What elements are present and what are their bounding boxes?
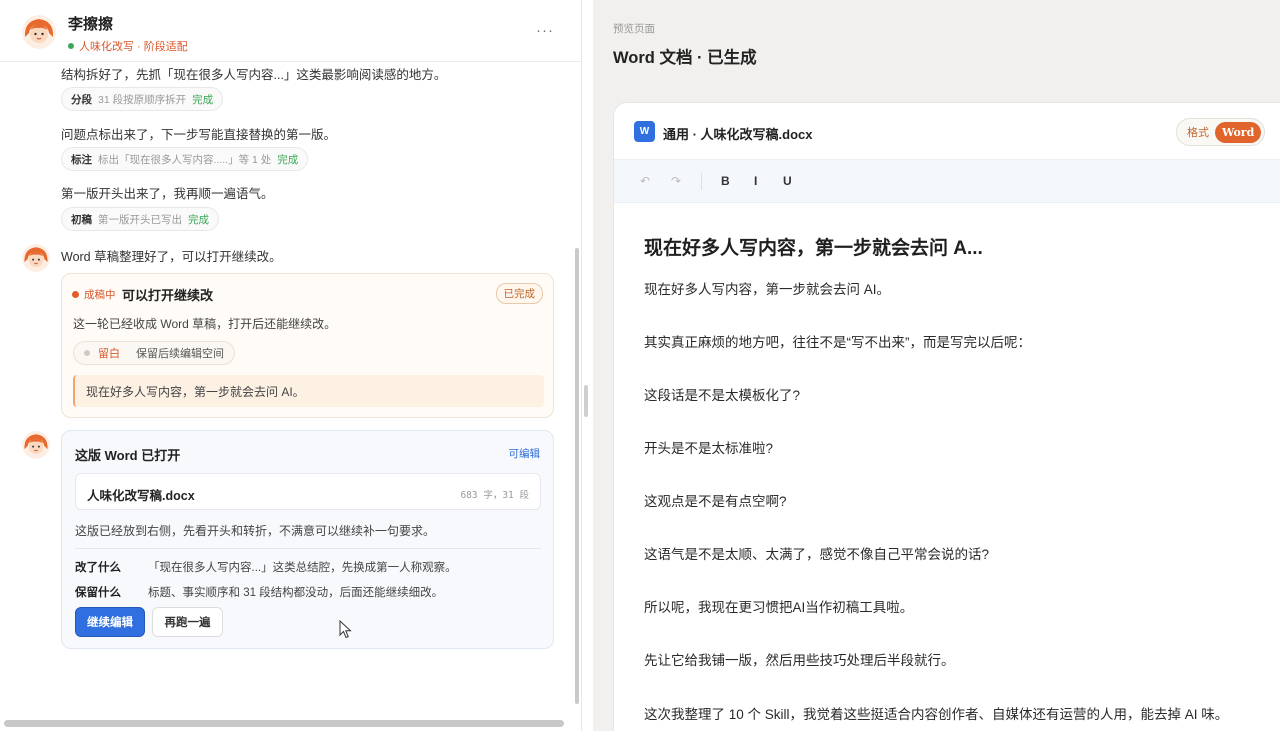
rerun-button[interactable]: 再跑一遍: [152, 607, 223, 637]
underline-button[interactable]: U: [783, 174, 792, 188]
draft-card: 成稿中 可以打开继续改 已完成 这一轮已经收成 Word 草稿，打开后还能继续改…: [61, 273, 554, 418]
status-badge: 已完成: [495, 283, 543, 304]
file-meta: 683 字，31 段: [460, 490, 529, 501]
step-message: 结构拆好了，先抓「现在很多人写内容...」这类最影响阅读感的地方。: [61, 68, 447, 82]
contact-name: 李擦擦: [68, 16, 114, 33]
draft-stage-label: 成稿中: [84, 289, 116, 301]
changed-key: 改了什么: [75, 562, 121, 574]
keep-desc: 保留后续编辑空间: [136, 348, 224, 360]
step-tag: 标注: [71, 153, 92, 166]
assistant-avatar: [22, 244, 50, 272]
preview-title: Word 文档 · 已生成: [613, 49, 757, 67]
stage-dot-icon: [72, 291, 79, 298]
assistant-avatar: [22, 431, 50, 459]
format-word-option[interactable]: Word: [1215, 121, 1262, 143]
document-paragraph[interactable]: 这次我整理了 10 个 Skill，我觉着这些挺适合内容创作者、自媒体还有运营的…: [644, 703, 1228, 723]
step-state: 完成: [188, 213, 209, 226]
step-message: 问题点标出来了，下一步写能直接替换的第一版。: [61, 128, 337, 142]
contact-avatar[interactable]: [22, 15, 56, 49]
step-tag: 分段: [71, 93, 92, 106]
word-file-icon: W: [634, 121, 655, 142]
continue-edit-button[interactable]: 继续编辑: [75, 607, 145, 637]
online-status-icon: [68, 43, 74, 49]
panel-resize-handle[interactable]: [584, 385, 588, 417]
document-card: W 通用 · 人味化改写稿.docx 格式 Word ↶ ↷ B I U 现在好…: [613, 102, 1280, 731]
preview-label: 预览页面: [613, 23, 655, 35]
preview-panel: 预览页面 Word 文档 · 已生成 W 通用 · 人味化改写稿.docx 格式…: [593, 0, 1280, 731]
document-paragraph[interactable]: 其实真正麻烦的地方吧，往往不是“写不出来”，而是写完以后呢：: [644, 331, 1031, 351]
changed-value: 「现在很多人写内容...」这类总结腔，先换成第一人称观察。: [148, 562, 457, 574]
draft-desc: 这一轮已经收成 Word 草稿，打开后还能继续改。: [73, 317, 337, 331]
file-name: 人味化改写稿.docx: [87, 489, 195, 503]
format-label[interactable]: 格式: [1187, 124, 1209, 140]
document-paragraph[interactable]: 开头是不是太标准啦?: [644, 437, 773, 457]
keep-tag: 留白: [98, 348, 120, 360]
step-chip: 初稿 第一版开头已写出 完成: [61, 207, 219, 231]
more-options-button[interactable]: ···: [536, 22, 554, 39]
editor-toolbar: ↶ ↷ B I U: [614, 159, 1280, 203]
status-line: 人味化改写 · 阶段适配: [68, 38, 188, 54]
step-chip: 分段 31 段按原顺序拆开 完成: [61, 87, 224, 111]
kept-value: 标题、事实顺序和 31 段结构都没动，后面还能继续细改。: [148, 587, 444, 599]
horizontal-scrollbar[interactable]: [4, 720, 564, 727]
draft-message: Word 草稿整理好了，可以打开继续改。: [61, 250, 282, 264]
step-desc: 31 段按原顺序拆开: [98, 93, 187, 106]
step-state: 完成: [277, 153, 299, 166]
document-paragraph[interactable]: 这观点是不是有点空啊?: [644, 490, 787, 510]
vertical-scrollbar[interactable]: [575, 248, 579, 704]
opened-doc-card: 这版 Word 已打开 可编辑 人味化改写稿.docx 683 字，31 段 这…: [61, 430, 554, 649]
divider: [75, 548, 541, 549]
step-tag: 初稿: [71, 213, 92, 226]
chat-messages: 结构拆好了，先抓「现在很多人写内容...」这类最影响阅读感的地方。 分段 31 …: [0, 62, 578, 712]
step-desc: 标出「现在很多人写内容.....」等 1 处: [98, 153, 272, 166]
keep-chip: 留白 保留后续编辑空间: [73, 341, 235, 365]
kept-key: 保留什么: [75, 587, 121, 599]
document-paragraph[interactable]: 先让它给我铺一版，然后用些技巧处理后半段就行。: [644, 649, 955, 669]
opened-card-desc: 这版已经放到右侧，先看开头和转折，不满意可以继续补一句要求。: [75, 524, 436, 538]
chat-header: 李擦擦 人味化改写 · 阶段适配 ···: [0, 0, 581, 62]
document-file-name: 通用 · 人味化改写稿.docx: [663, 127, 813, 142]
draft-stage: 成稿中: [72, 287, 116, 302]
step-desc: 第一版开头已写出: [98, 213, 182, 226]
document-paragraph[interactable]: 这段话是不是太模板化了?: [644, 384, 800, 404]
draft-title: 可以打开继续改: [122, 288, 214, 303]
italic-button[interactable]: I: [754, 174, 757, 188]
status-text: 人味化改写 · 阶段适配: [79, 41, 188, 53]
document-paragraph[interactable]: 这语气是不是太顺、太满了，感觉不像自己平常会说的话?: [644, 543, 989, 563]
bold-button[interactable]: B: [721, 174, 730, 188]
document-paragraph[interactable]: 所以呢，我现在更习惯把AI当作初稿工具啦。: [644, 596, 913, 616]
chat-panel: 李擦擦 人味化改写 · 阶段适配 ··· 结构拆好了，先抓「现在很多人写内容..…: [0, 0, 582, 731]
draft-quote: 现在好多人写内容，第一步就会去问 AI。: [73, 375, 544, 407]
step-chip: 标注 标出「现在很多人写内容.....」等 1 处 完成: [61, 147, 309, 171]
undo-icon[interactable]: ↶: [640, 174, 650, 188]
editable-link[interactable]: 可编辑: [509, 446, 541, 461]
mouse-cursor-icon: [339, 619, 353, 645]
keep-dot-icon: [84, 350, 90, 356]
toolbar-divider: [701, 173, 702, 190]
document-heading[interactable]: 现在好多人写内容，第一步就会去问 A...: [644, 233, 983, 260]
document-paragraph[interactable]: 现在好多人写内容，第一步就会去问 AI。: [644, 278, 890, 298]
redo-icon[interactable]: ↷: [671, 174, 681, 188]
step-message: 第一版开头出来了，我再顺一遍语气。: [61, 187, 274, 201]
step-state: 完成: [192, 93, 214, 106]
format-toggle[interactable]: 格式 Word: [1176, 118, 1266, 146]
file-item[interactable]: 人味化改写稿.docx 683 字，31 段: [75, 473, 541, 510]
opened-card-title: 这版 Word 已打开: [75, 448, 181, 463]
